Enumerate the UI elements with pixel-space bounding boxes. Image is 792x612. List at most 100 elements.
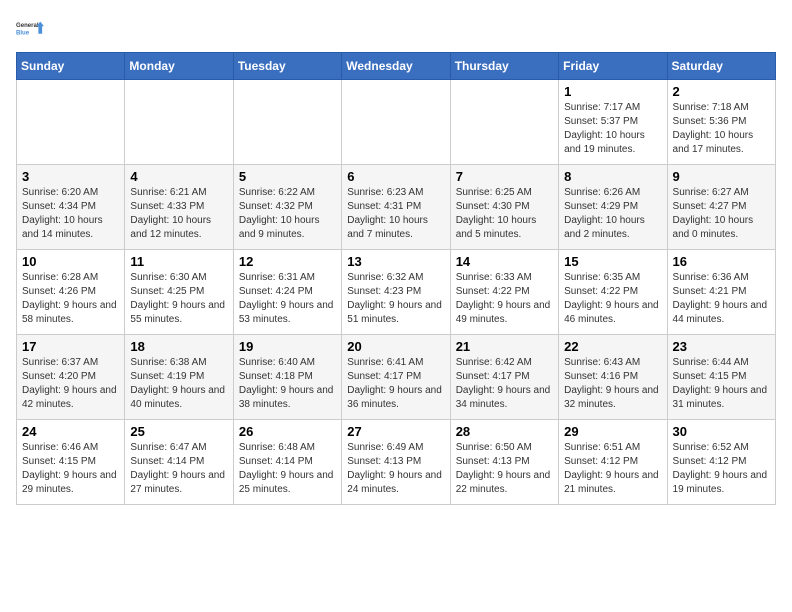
calendar-cell: 21 Sunrise: 6:42 AM Sunset: 4:17 PM Dayli… bbox=[450, 335, 558, 420]
day-info: Sunrise: 7:18 AM Sunset: 5:36 PM Dayligh… bbox=[673, 101, 770, 157]
day-info: Sunrise: 6:37 AM Sunset: 4:20 PM Dayligh… bbox=[22, 356, 119, 412]
day-number: 1 bbox=[564, 84, 661, 99]
week-row-2: 10 Sunrise: 6:28 AM Sunset: 4:26 PM Dayli… bbox=[17, 250, 776, 335]
day-info: Sunrise: 6:49 AM Sunset: 4:13 PM Dayligh… bbox=[347, 441, 444, 497]
day-number: 10 bbox=[22, 254, 119, 269]
day-info: Sunrise: 6:20 AM Sunset: 4:34 PM Dayligh… bbox=[22, 186, 119, 242]
dow-monday: Monday bbox=[125, 53, 233, 80]
day-info: Sunrise: 6:28 AM Sunset: 4:26 PM Dayligh… bbox=[22, 271, 119, 327]
day-number: 19 bbox=[239, 339, 336, 354]
day-info: Sunrise: 6:41 AM Sunset: 4:17 PM Dayligh… bbox=[347, 356, 444, 412]
day-info: Sunrise: 6:35 AM Sunset: 4:22 PM Dayligh… bbox=[564, 271, 661, 327]
day-info: Sunrise: 6:51 AM Sunset: 4:12 PM Dayligh… bbox=[564, 441, 661, 497]
day-info: Sunrise: 6:25 AM Sunset: 4:30 PM Dayligh… bbox=[456, 186, 553, 242]
day-info: Sunrise: 6:33 AM Sunset: 4:22 PM Dayligh… bbox=[456, 271, 553, 327]
day-number: 25 bbox=[130, 424, 227, 439]
day-info: Sunrise: 7:17 AM Sunset: 5:37 PM Dayligh… bbox=[564, 101, 661, 157]
day-number: 21 bbox=[456, 339, 553, 354]
day-number: 18 bbox=[130, 339, 227, 354]
dow-friday: Friday bbox=[559, 53, 667, 80]
week-row-1: 3 Sunrise: 6:20 AM Sunset: 4:34 PM Daylig… bbox=[17, 165, 776, 250]
day-number: 24 bbox=[22, 424, 119, 439]
calendar-body: 1 Sunrise: 7:17 AM Sunset: 5:37 PM Daylig… bbox=[17, 80, 776, 505]
svg-text:General: General bbox=[16, 23, 39, 29]
calendar-cell: 14 Sunrise: 6:33 AM Sunset: 4:22 PM Dayli… bbox=[450, 250, 558, 335]
calendar-cell: 9 Sunrise: 6:27 AM Sunset: 4:27 PM Daylig… bbox=[667, 165, 775, 250]
day-number: 16 bbox=[673, 254, 770, 269]
day-info: Sunrise: 6:36 AM Sunset: 4:21 PM Dayligh… bbox=[673, 271, 770, 327]
calendar-cell: 8 Sunrise: 6:26 AM Sunset: 4:29 PM Daylig… bbox=[559, 165, 667, 250]
day-number: 27 bbox=[347, 424, 444, 439]
calendar-cell: 28 Sunrise: 6:50 AM Sunset: 4:13 PM Dayli… bbox=[450, 420, 558, 505]
day-number: 6 bbox=[347, 169, 444, 184]
day-info: Sunrise: 6:47 AM Sunset: 4:14 PM Dayligh… bbox=[130, 441, 227, 497]
calendar-cell: 16 Sunrise: 6:36 AM Sunset: 4:21 PM Dayli… bbox=[667, 250, 775, 335]
week-row-3: 17 Sunrise: 6:37 AM Sunset: 4:20 PM Dayli… bbox=[17, 335, 776, 420]
dow-thursday: Thursday bbox=[450, 53, 558, 80]
logo-icon: General Blue bbox=[16, 16, 44, 44]
calendar-cell: 30 Sunrise: 6:52 AM Sunset: 4:12 PM Dayli… bbox=[667, 420, 775, 505]
calendar-cell: 29 Sunrise: 6:51 AM Sunset: 4:12 PM Dayli… bbox=[559, 420, 667, 505]
dow-sunday: Sunday bbox=[17, 53, 125, 80]
day-info: Sunrise: 6:32 AM Sunset: 4:23 PM Dayligh… bbox=[347, 271, 444, 327]
calendar-cell: 13 Sunrise: 6:32 AM Sunset: 4:23 PM Dayli… bbox=[342, 250, 450, 335]
day-info: Sunrise: 6:38 AM Sunset: 4:19 PM Dayligh… bbox=[130, 356, 227, 412]
day-number: 29 bbox=[564, 424, 661, 439]
day-number: 15 bbox=[564, 254, 661, 269]
calendar-cell: 20 Sunrise: 6:41 AM Sunset: 4:17 PM Dayli… bbox=[342, 335, 450, 420]
page-header: General Blue bbox=[16, 16, 776, 44]
dow-tuesday: Tuesday bbox=[233, 53, 341, 80]
dow-saturday: Saturday bbox=[667, 53, 775, 80]
calendar-table: SundayMondayTuesdayWednesdayThursdayFrid… bbox=[16, 52, 776, 505]
calendar-cell: 15 Sunrise: 6:35 AM Sunset: 4:22 PM Dayli… bbox=[559, 250, 667, 335]
day-number: 3 bbox=[22, 169, 119, 184]
day-number: 30 bbox=[673, 424, 770, 439]
day-info: Sunrise: 6:22 AM Sunset: 4:32 PM Dayligh… bbox=[239, 186, 336, 242]
day-number: 14 bbox=[456, 254, 553, 269]
calendar-cell: 11Sunrise: 6:30 AM Sunset: 4:25 PM Dayli… bbox=[125, 250, 233, 335]
day-info: Sunrise: 6:26 AM Sunset: 4:29 PM Dayligh… bbox=[564, 186, 661, 242]
dow-wednesday: Wednesday bbox=[342, 53, 450, 80]
calendar-cell: 22Sunrise: 6:43 AM Sunset: 4:16 PM Dayli… bbox=[559, 335, 667, 420]
day-info: Sunrise: 6:40 AM Sunset: 4:18 PM Dayligh… bbox=[239, 356, 336, 412]
calendar-cell: 17 Sunrise: 6:37 AM Sunset: 4:20 PM Dayli… bbox=[17, 335, 125, 420]
calendar-cell: 4Sunrise: 6:21 AM Sunset: 4:33 PM Daylig… bbox=[125, 165, 233, 250]
day-info: Sunrise: 6:27 AM Sunset: 4:27 PM Dayligh… bbox=[673, 186, 770, 242]
day-info: Sunrise: 6:52 AM Sunset: 4:12 PM Dayligh… bbox=[673, 441, 770, 497]
day-info: Sunrise: 6:23 AM Sunset: 4:31 PM Dayligh… bbox=[347, 186, 444, 242]
calendar-cell: 10 Sunrise: 6:28 AM Sunset: 4:26 PM Dayli… bbox=[17, 250, 125, 335]
day-info: Sunrise: 6:31 AM Sunset: 4:24 PM Dayligh… bbox=[239, 271, 336, 327]
calendar-cell: 6 Sunrise: 6:23 AM Sunset: 4:31 PM Daylig… bbox=[342, 165, 450, 250]
day-number: 13 bbox=[347, 254, 444, 269]
calendar-cell bbox=[342, 80, 450, 165]
calendar-cell: 5Sunrise: 6:22 AM Sunset: 4:32 PM Daylig… bbox=[233, 165, 341, 250]
day-number: 7 bbox=[456, 169, 553, 184]
calendar-cell: 25 Sunrise: 6:47 AM Sunset: 4:14 PM Dayli… bbox=[125, 420, 233, 505]
day-number: 28 bbox=[456, 424, 553, 439]
day-number: 11 bbox=[130, 254, 227, 269]
calendar-cell: 27 Sunrise: 6:49 AM Sunset: 4:13 PM Dayli… bbox=[342, 420, 450, 505]
day-info: Sunrise: 6:44 AM Sunset: 4:15 PM Dayligh… bbox=[673, 356, 770, 412]
calendar-cell: 26Sunrise: 6:48 AM Sunset: 4:14 PM Dayli… bbox=[233, 420, 341, 505]
day-number: 8 bbox=[564, 169, 661, 184]
calendar-cell: 1 Sunrise: 7:17 AM Sunset: 5:37 PM Daylig… bbox=[559, 80, 667, 165]
calendar-cell: 24Sunrise: 6:46 AM Sunset: 4:15 PM Dayli… bbox=[17, 420, 125, 505]
day-number: 2 bbox=[673, 84, 770, 99]
calendar-cell: 3 Sunrise: 6:20 AM Sunset: 4:34 PM Daylig… bbox=[17, 165, 125, 250]
day-number: 4 bbox=[130, 169, 227, 184]
day-number: 20 bbox=[347, 339, 444, 354]
calendar-cell: 23Sunrise: 6:44 AM Sunset: 4:15 PM Dayli… bbox=[667, 335, 775, 420]
days-of-week-header: SundayMondayTuesdayWednesdayThursdayFrid… bbox=[17, 53, 776, 80]
week-row-4: 24Sunrise: 6:46 AM Sunset: 4:15 PM Dayli… bbox=[17, 420, 776, 505]
logo: General Blue bbox=[16, 16, 44, 44]
day-number: 17 bbox=[22, 339, 119, 354]
calendar-cell bbox=[17, 80, 125, 165]
day-info: Sunrise: 6:50 AM Sunset: 4:13 PM Dayligh… bbox=[456, 441, 553, 497]
svg-text:Blue: Blue bbox=[16, 31, 30, 37]
day-number: 12 bbox=[239, 254, 336, 269]
calendar-cell bbox=[233, 80, 341, 165]
calendar-cell bbox=[450, 80, 558, 165]
day-number: 9 bbox=[673, 169, 770, 184]
day-info: Sunrise: 6:42 AM Sunset: 4:17 PM Dayligh… bbox=[456, 356, 553, 412]
day-number: 22 bbox=[564, 339, 661, 354]
